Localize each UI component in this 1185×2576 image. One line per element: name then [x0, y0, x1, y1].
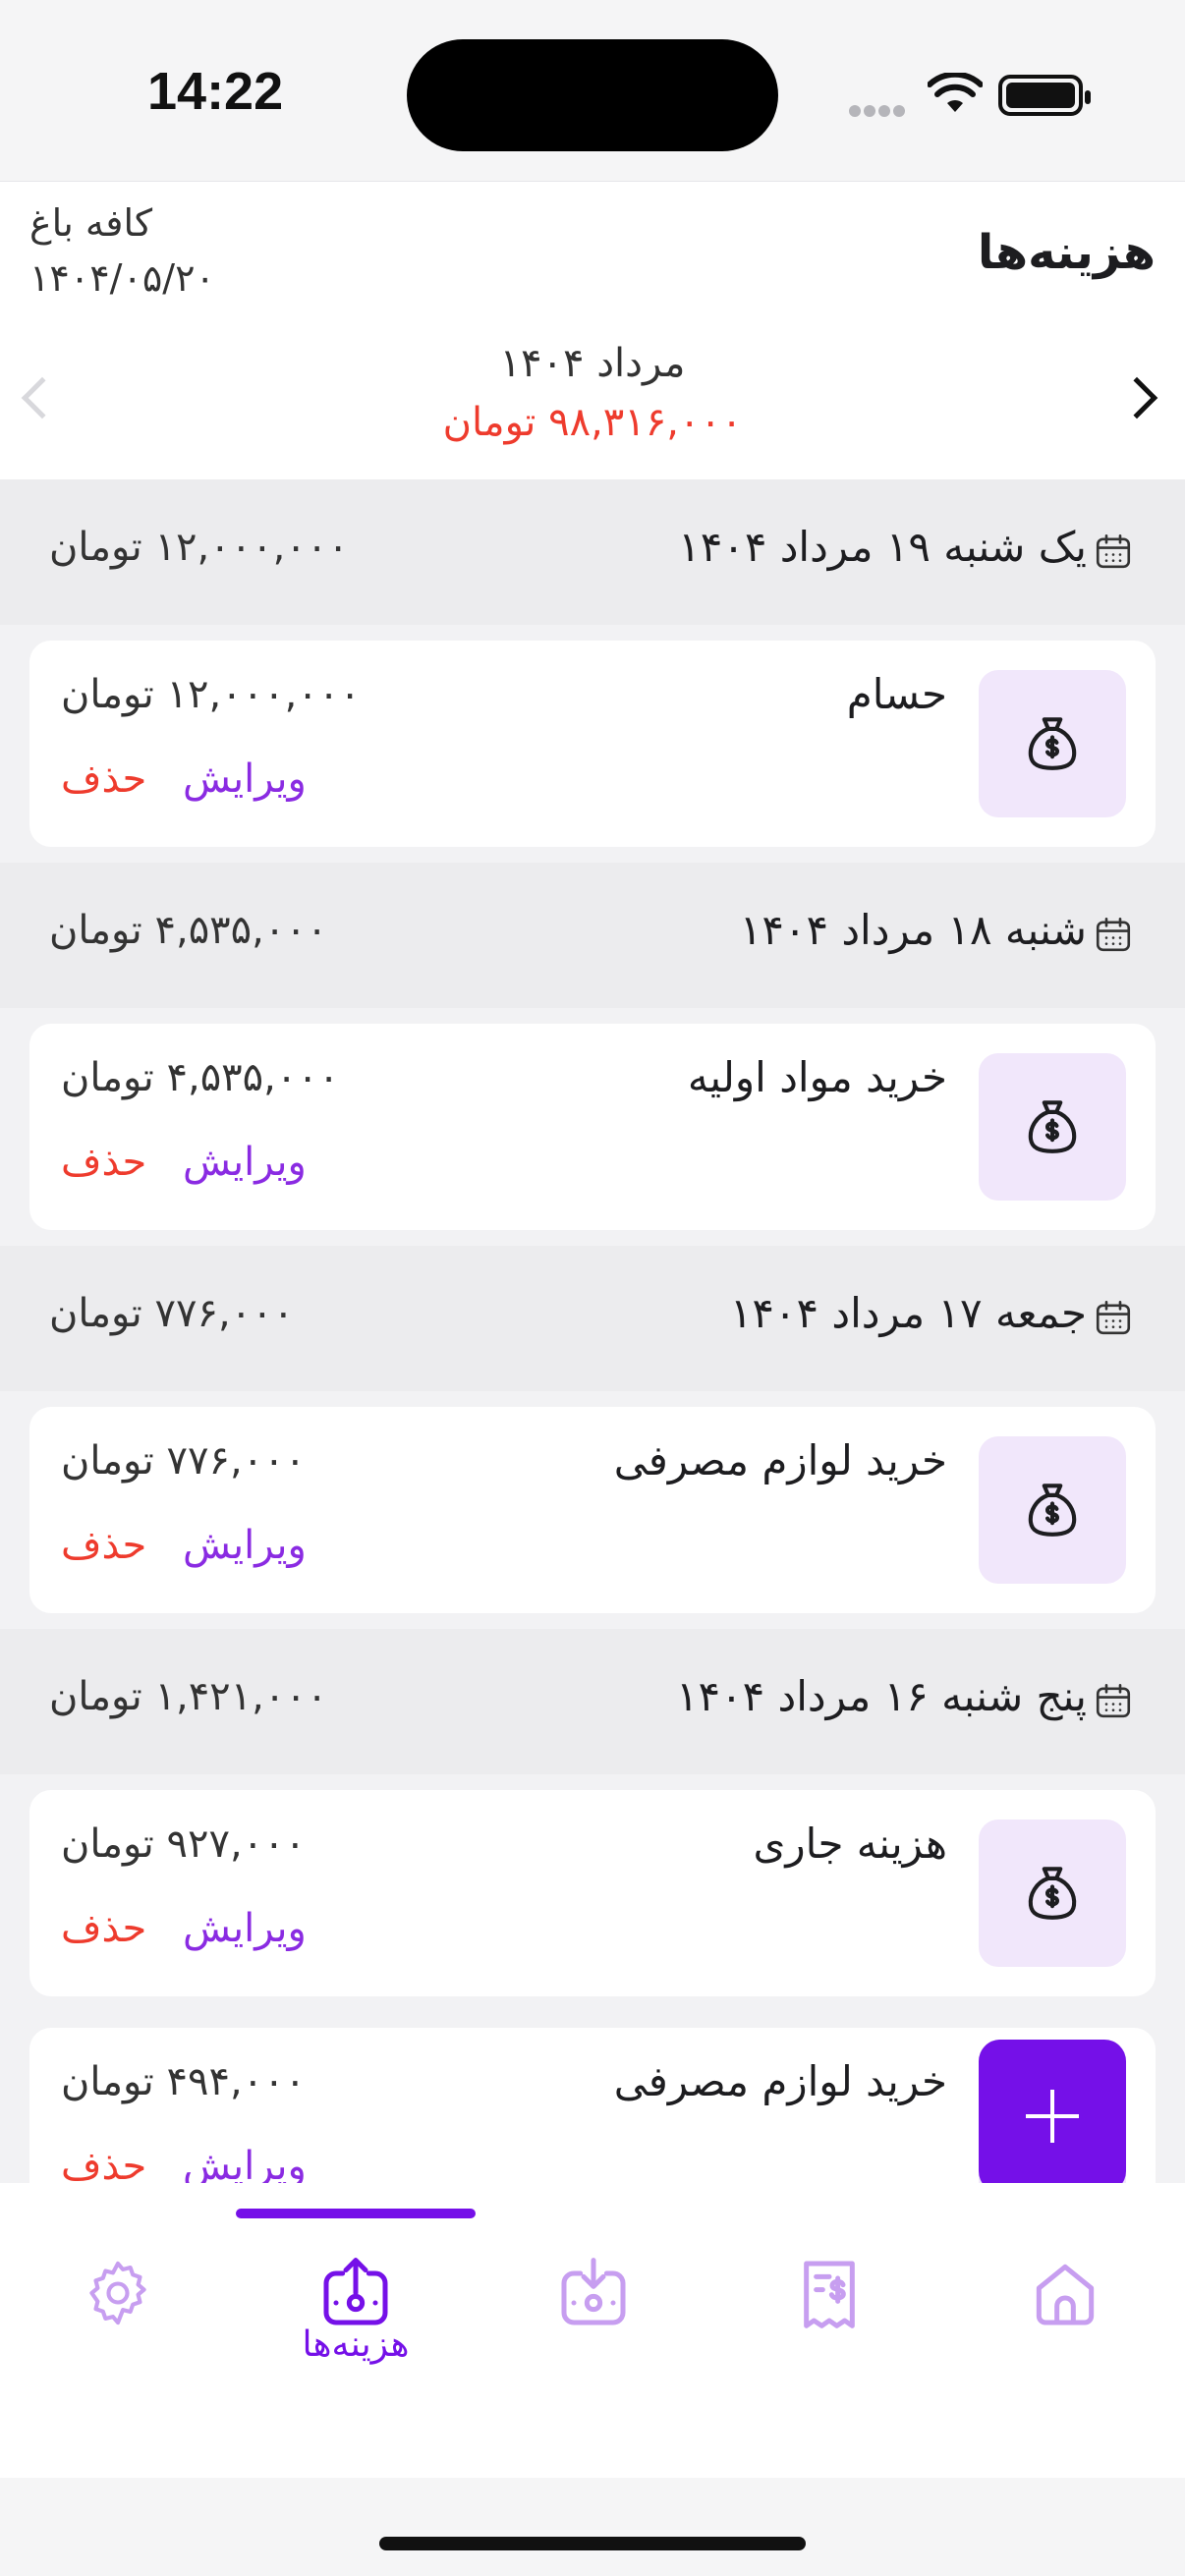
expense-title: هزینه جاری — [753, 1820, 947, 1868]
day-header: پنج شنبه ۱۶ مرداد ۱۴۰۴ ۱,۴۲۱,۰۰۰ تومان — [0, 1629, 1185, 1774]
expense-upload-icon — [323, 2258, 388, 2325]
expense-amount: ۹۲۷,۰۰۰ تومان — [61, 1821, 307, 1867]
income-download-icon — [561, 2258, 626, 2325]
edit-button[interactable]: ویرایش — [183, 2144, 307, 2183]
delete-button[interactable]: حذف — [61, 1140, 146, 1185]
money-bag-icon — [979, 670, 1126, 817]
expense-card-wrap: خرید مواد اولیه ۴,۵۳۵,۰۰۰ تومان ویرایش حذف — [0, 1008, 1185, 1246]
home-icon — [1036, 2264, 1095, 2325]
month-label: مرداد ۱۴۰۴ — [499, 341, 686, 386]
wifi-icon — [928, 73, 983, 112]
tab-home[interactable] — [1006, 2234, 1124, 2352]
expense-card-wrap: هزینه جاری ۹۲۷,۰۰۰ تومان ویرایش حذف — [0, 1774, 1185, 2012]
tab-bar: هزینه‌ها — [0, 2183, 1185, 2478]
expense-list[interactable]: یک شنبه ۱۹ مرداد ۱۴۰۴ ۱۲,۰۰۰,۰۰۰ تومان حسا… — [0, 479, 1185, 2183]
day-title: شنبه ۱۸ مرداد ۱۴۰۴ — [739, 906, 1087, 954]
battery-icon — [998, 75, 1091, 116]
expense-card-wrap: حسام ۱۲,۰۰۰,۰۰۰ تومان ویرایش حذف — [0, 625, 1185, 863]
money-bag-icon — [979, 1053, 1126, 1201]
delete-button[interactable]: حذف — [61, 1523, 146, 1568]
tab-expenses-label: هزینه‌ها — [302, 2324, 410, 2365]
expense-title: خرید مواد اولیه — [687, 1053, 947, 1101]
expense-amount: ۱۲,۰۰۰,۰۰۰ تومان — [61, 672, 361, 717]
tab-settings[interactable] — [59, 2234, 177, 2352]
home-indicator-area — [0, 2478, 1185, 2576]
day-title: پنج شنبه ۱۶ مرداد ۱۴۰۴ — [675, 1672, 1087, 1720]
day-header: یک شنبه ۱۹ مرداد ۱۴۰۴ ۱۲,۰۰۰,۰۰۰ تومان — [0, 479, 1185, 625]
expense-amount: ۴,۵۳۵,۰۰۰ تومان — [61, 1055, 340, 1100]
delete-button[interactable]: حذف — [61, 2144, 146, 2183]
expense-card[interactable]: حسام ۱۲,۰۰۰,۰۰۰ تومان ویرایش حذف — [29, 641, 1156, 847]
delete-button[interactable]: حذف — [61, 756, 146, 802]
money-bag-icon — [979, 1820, 1126, 1967]
status-bar: 14:22 — [0, 0, 1185, 181]
expense-title: حسام — [846, 670, 947, 718]
money-bag-icon — [979, 1436, 1126, 1584]
active-tab-indicator — [236, 2209, 476, 2218]
expense-card[interactable]: هزینه جاری ۹۲۷,۰۰۰ تومان ویرایش حذف — [29, 1790, 1156, 1996]
day-header: جمعه ۱۷ مرداد ۱۴۰۴ ۷۷۶,۰۰۰ تومان — [0, 1246, 1185, 1391]
edit-button[interactable]: ویرایش — [183, 756, 307, 802]
day-title: یک شنبه ۱۹ مرداد ۱۴۰۴ — [678, 523, 1087, 571]
page-header: هزینه‌ها کافه باغ ۱۴۰۴/۰۵/۲۰ مرداد ۱۴۰۴ … — [0, 181, 1185, 479]
edit-button[interactable]: ویرایش — [183, 1906, 307, 1951]
expense-card[interactable]: خرید لوازم مصرفی ۷۷۶,۰۰۰ تومان ویرایش حذف — [29, 1407, 1156, 1613]
gear-icon — [89, 2261, 146, 2325]
edit-button[interactable]: ویرایش — [183, 1140, 307, 1185]
calendar-icon — [1093, 914, 1134, 955]
status-time: 14:22 — [147, 62, 284, 121]
cafe-date: ۱۴۰۴/۰۵/۲۰ — [29, 256, 215, 300]
day-header: شنبه ۱۸ مرداد ۱۴۰۴ ۴,۵۳۵,۰۰۰ تومان — [0, 863, 1185, 1008]
day-total: ۴,۵۳۵,۰۰۰ تومان — [49, 908, 328, 953]
expense-card[interactable]: خرید مواد اولیه ۴,۵۳۵,۰۰۰ تومان ویرایش حذف — [29, 1024, 1156, 1230]
page-title: هزینه‌ها — [977, 225, 1156, 280]
cafe-name[interactable]: کافه باغ — [29, 201, 152, 245]
add-expense-button[interactable] — [979, 2040, 1126, 2193]
calendar-icon — [1093, 1297, 1134, 1338]
calendar-icon — [1093, 1680, 1134, 1721]
expense-title: خرید لوازم مصرفی — [613, 1436, 947, 1484]
day-total: ۱۲,۰۰۰,۰۰۰ تومان — [49, 525, 349, 570]
calendar-icon — [1093, 531, 1134, 572]
day-total: ۱,۴۲۱,۰۰۰ تومان — [49, 1674, 328, 1719]
dynamic-island — [407, 39, 778, 151]
receipt-icon — [804, 2261, 855, 2328]
tab-income[interactable] — [535, 2234, 652, 2352]
edit-button[interactable]: ویرایش — [183, 1523, 307, 1568]
tab-invoices[interactable] — [770, 2234, 888, 2352]
delete-button[interactable]: حذف — [61, 1906, 146, 1951]
expense-card-wrap: خرید لوازم مصرفی ۷۷۶,۰۰۰ تومان ویرایش حذف — [0, 1391, 1185, 1629]
expense-amount: ۷۷۶,۰۰۰ تومان — [61, 1438, 307, 1484]
expense-amount: ۴۹۴,۰۰۰ تومان — [61, 2059, 307, 2104]
month-total: ۹۸,۳۱۶,۰۰۰ تومان — [442, 400, 743, 445]
expense-title: خرید لوازم مصرفی — [613, 2057, 947, 2105]
day-total: ۷۷۶,۰۰۰ تومان — [49, 1291, 295, 1336]
day-title: جمعه ۱۷ مرداد ۱۴۰۴ — [729, 1289, 1087, 1337]
home-indicator[interactable] — [379, 2537, 806, 2550]
cellular-signal-icon — [849, 102, 908, 121]
